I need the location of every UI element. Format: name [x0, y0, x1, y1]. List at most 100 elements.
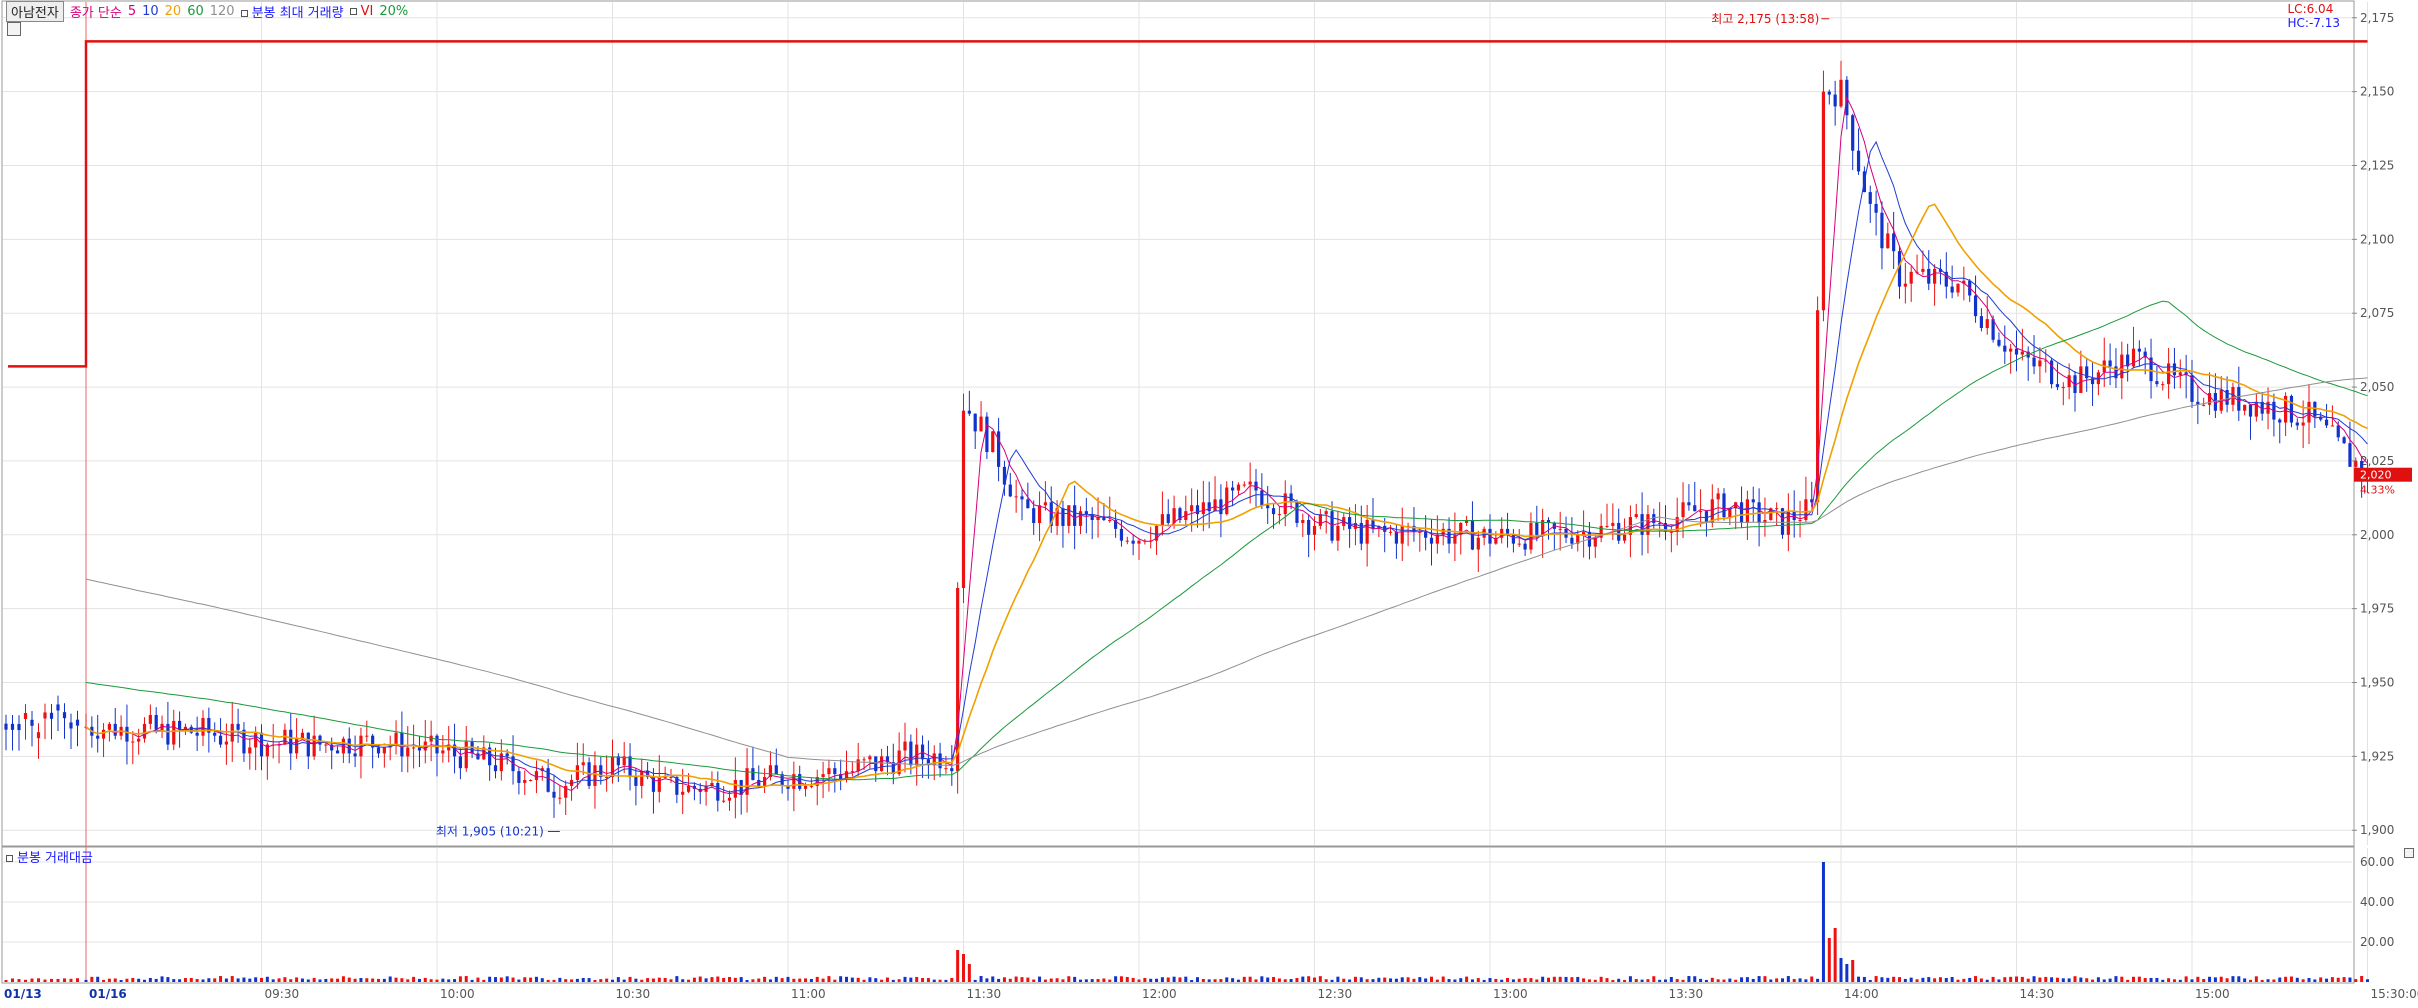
volume-bar: [1448, 979, 1451, 982]
volume-bar: [1787, 976, 1790, 982]
volume-bar: [1576, 977, 1579, 982]
candle-body: [2202, 405, 2205, 406]
candle-body: [1904, 284, 1907, 287]
volume-bar: [248, 979, 251, 982]
candle-body: [1886, 233, 1889, 248]
candle-body: [985, 417, 988, 452]
volume-bar: [2348, 978, 2351, 982]
candle-body: [1231, 488, 1234, 491]
candle-body: [1348, 517, 1351, 529]
volume-bar: [389, 976, 392, 982]
y-tick-label: 2,000: [2360, 528, 2394, 542]
volume-bar: [465, 976, 468, 982]
volume-bar: [822, 979, 825, 982]
volume-bar: [1664, 979, 1667, 982]
volume-bar: [2056, 978, 2059, 982]
stock-chart[interactable]: 1,9001,9251,9501,9752,0002,0252,0502,075…: [0, 0, 2418, 1005]
volume-bar: [2050, 977, 2053, 982]
volume-bar: [178, 979, 181, 982]
candle-body: [1775, 508, 1778, 509]
candle-body: [2015, 349, 2018, 355]
volume-bar: [1366, 979, 1369, 982]
volume-bar: [553, 980, 556, 982]
volume-bar: [1219, 979, 1222, 982]
volume-bar: [2179, 980, 2182, 982]
hc-value: HC:-7.13: [2288, 16, 2341, 30]
candle-body: [909, 742, 912, 766]
volume-bar: [2033, 976, 2036, 982]
volume-bar: [313, 978, 316, 982]
volume-bar: [482, 980, 485, 982]
volume-bar: [1266, 978, 1269, 982]
candle-body: [2161, 384, 2164, 385]
volume-bar: [1073, 977, 1076, 982]
candle-body: [1822, 92, 1825, 311]
candle-body: [944, 768, 947, 769]
volume-bar: [90, 977, 93, 982]
candle-body: [494, 765, 497, 771]
volume-bar: [1629, 976, 1632, 982]
volume-bar: [1453, 979, 1456, 982]
candle-body: [2038, 360, 2041, 366]
volume-bar: [2038, 978, 2041, 982]
volume-bar: [640, 980, 643, 982]
chart-legend: 아남전자 종가 단순 5 10 20 60 120 분봉 최대 거래량 VI 2…: [6, 2, 408, 20]
candle-body: [1997, 340, 2000, 346]
volume-bar: [1465, 977, 1468, 982]
candle-body: [1717, 493, 1720, 499]
volume-bar: [1190, 980, 1193, 982]
volume-bar: [2226, 978, 2229, 982]
volume-bar: [2231, 976, 2234, 982]
volume-bar: [1319, 976, 1322, 982]
volume-bar: [623, 980, 626, 982]
candle-body: [69, 722, 72, 728]
volume-bar: [166, 977, 169, 982]
volume-bar: [37, 978, 40, 982]
volume-bar: [1114, 976, 1117, 982]
candle-body: [125, 727, 128, 742]
candle-body: [1190, 505, 1193, 511]
x-tick-label: 10:30: [616, 987, 651, 1001]
volume-bar: [1050, 979, 1053, 982]
volume-bar: [453, 979, 456, 982]
volume-bar: [2302, 979, 2305, 982]
volume-bar: [1553, 977, 1556, 982]
volume-bar: [1728, 979, 1731, 982]
candle-body: [63, 712, 66, 718]
ma-5: 5: [128, 4, 136, 19]
stock-name[interactable]: 아남전자: [6, 1, 64, 22]
volume-bar: [471, 980, 474, 982]
volume-bar: [242, 978, 245, 982]
candle-body: [1208, 502, 1211, 511]
volume-bar: [1746, 977, 1749, 982]
candle-body: [1518, 544, 1521, 545]
vi-line: [8, 41, 2368, 366]
volume-bar: [96, 977, 99, 982]
y-tick-label: 1,975: [2360, 602, 2394, 616]
volume-bar: [1331, 980, 1334, 982]
candle-body: [1617, 523, 1620, 541]
volume-bar: [1424, 978, 1427, 982]
candle-body: [1295, 502, 1298, 523]
candle-body: [991, 431, 994, 452]
volume-bar: [1693, 976, 1696, 982]
volume-bar: [131, 978, 134, 982]
candle-body: [196, 733, 199, 736]
volume-bar: [1582, 978, 1585, 982]
candle-body: [225, 742, 228, 745]
volume-bar: [1699, 979, 1702, 982]
price-badge-value: 2,020: [2360, 469, 2392, 482]
volume-bar: [2237, 976, 2240, 982]
volume-bar: [1840, 958, 1843, 982]
candle-body: [640, 771, 643, 786]
volume-bar: [868, 977, 871, 982]
candle-body: [365, 736, 368, 737]
candle-body: [476, 753, 479, 759]
volume-bar: [1676, 979, 1679, 982]
volume-bar: [1670, 977, 1673, 982]
volume-bar: [418, 979, 421, 982]
chart-canvas[interactable]: 1,9001,9251,9501,9752,0002,0252,0502,075…: [0, 0, 2418, 1005]
panel-toggle-icon[interactable]: [2404, 848, 2414, 858]
grid-settings-icon[interactable]: [7, 22, 21, 36]
volume-bar: [1927, 977, 1930, 982]
